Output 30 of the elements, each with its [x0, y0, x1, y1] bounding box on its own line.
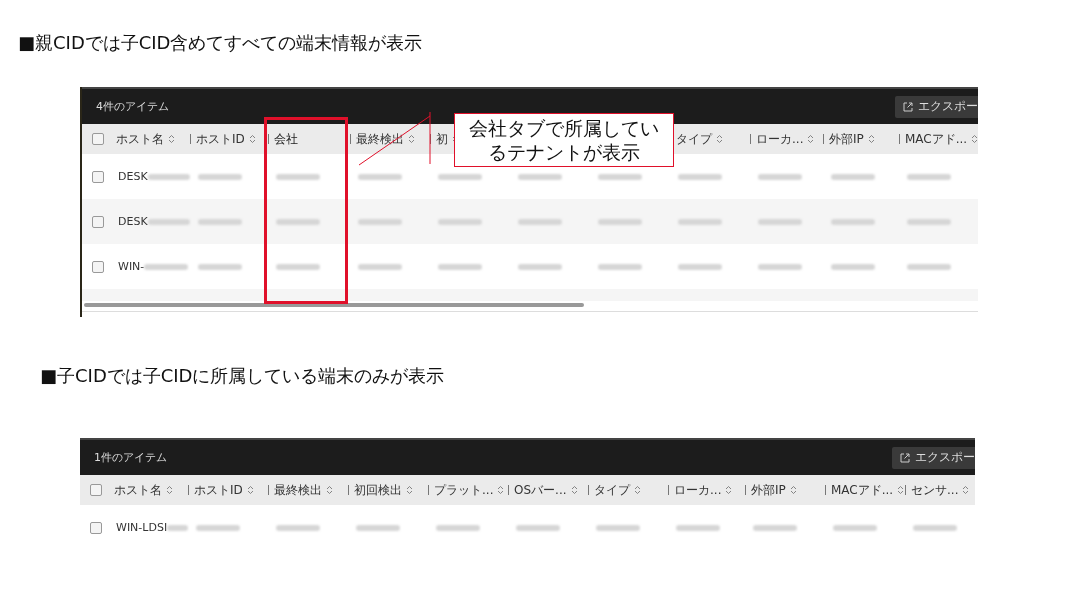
column-header[interactable]: 初 [436, 130, 448, 148]
export-button[interactable]: エクスポー [895, 95, 978, 118]
table-cell: WIN-LDSI [116, 521, 168, 534]
column-header[interactable]: タイプ [676, 130, 712, 148]
slide-heading: ■親CIDでは子CID含めてすべての端末情報が表示 [17, 31, 424, 55]
table-cell: WIN- [118, 260, 145, 273]
column-header[interactable]: センサ... [911, 481, 959, 499]
column-header[interactable]: 外部IP [829, 130, 864, 148]
column-header[interactable]: ホスト名 [116, 130, 164, 148]
column-header[interactable]: 会社 [274, 130, 298, 148]
slide-heading: ■子CIDでは子CIDに所属している端末のみが表示 [39, 364, 446, 388]
item-count: 4件のアイテム [95, 99, 169, 114]
table-cell: DESK [118, 215, 148, 228]
table-cell: DESK [118, 170, 148, 183]
column-header[interactable]: OSバー... [514, 481, 567, 499]
column-header[interactable]: MACアド... [905, 130, 968, 148]
column-header[interactable]: ローカ... [674, 481, 722, 499]
item-count: 1件のアイテム [93, 450, 167, 465]
column-header[interactable]: 初回検出 [354, 481, 402, 499]
export-button[interactable]: エクスポー [892, 446, 975, 469]
column-header[interactable]: ホストID [194, 481, 243, 499]
column-header[interactable]: タイプ [594, 481, 630, 499]
column-header[interactable]: ホスト名 [114, 481, 162, 499]
column-header[interactable]: ローカ... [756, 130, 804, 148]
column-header[interactable]: 最終検出 [274, 481, 322, 499]
column-header[interactable]: MACアド... [831, 481, 894, 499]
column-header[interactable]: プラット... [434, 481, 494, 499]
callout-note: 会社タブで所属しているテナントが表示 [454, 113, 674, 167]
column-header[interactable]: ホストID [196, 130, 245, 148]
column-header[interactable]: 外部IP [751, 481, 786, 499]
